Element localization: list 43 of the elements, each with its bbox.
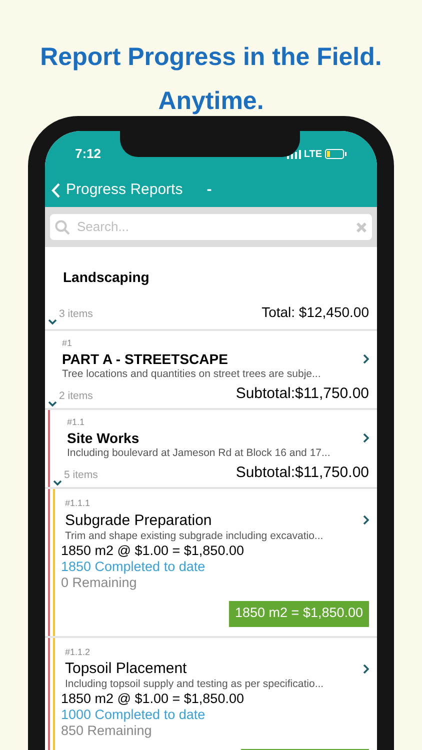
item-number: #1	[61, 337, 74, 350]
chevron-down-icon[interactable]	[48, 319, 57, 325]
status-time: 7:12	[75, 145, 102, 164]
headline: Report Progress in the Field.	[40, 42, 382, 72]
project-total: Total: $12,450.00	[262, 303, 369, 322]
network-label: LTE	[304, 148, 322, 162]
search-icon	[55, 220, 70, 234]
item-count: 5 items	[64, 468, 98, 484]
remaining-quantity: 850 Remaining	[61, 723, 153, 739]
amount-button[interactable]: 1850 m2 = $1,850.00	[229, 600, 369, 626]
item-count: 2 items	[59, 389, 93, 404]
quantity-line: 1850 m2 @ $1.00 = $1,850.00	[61, 691, 245, 707]
subtotal: Subtotal:$11,750.00	[236, 384, 369, 404]
project-title: Landscaping	[62, 268, 150, 287]
item-description: Trim and shape existing subgrade including excavatio...	[64, 530, 324, 542]
chevron-down-icon[interactable]	[48, 401, 57, 407]
remaining-quantity: 0 Remaining	[61, 574, 138, 590]
completed-to-date: 1850 Completed to date	[61, 558, 206, 574]
chevron-right-icon[interactable]	[363, 354, 369, 364]
item-number: #1.1.1	[64, 497, 92, 510]
back-button[interactable]: Progress Reports	[51, 178, 183, 202]
item-number: #1.1.2	[64, 646, 92, 658]
subtotal: Subtotal:$11,750.00	[236, 462, 369, 482]
item-title: Site Works	[67, 430, 140, 446]
quantity-line: 1850 m2 @ $1.00 = $1,850.00	[61, 542, 245, 558]
chevron-right-icon[interactable]	[363, 664, 369, 674]
item-description: Tree locations and quantities on street trees are subje...	[61, 368, 322, 380]
item-title: PART A - STREETSCAPE	[62, 350, 228, 368]
item-title: Subgrade Preparation	[65, 510, 212, 530]
chevron-down-icon[interactable]	[53, 480, 62, 486]
nav-title: -	[206, 180, 212, 200]
item-title: Topsoil Placement	[65, 659, 187, 678]
chevron-right-icon[interactable]	[363, 433, 369, 443]
item-description: Including topsoil supply and testing as per specificatio...	[64, 678, 325, 691]
item-description: Including boulevard at Jameson Rd at Block 16 and 17...	[66, 446, 332, 460]
headline: Anytime.	[158, 86, 264, 116]
completed-to-date: 1000 Completed to date	[61, 707, 206, 723]
signal-icon	[286, 150, 301, 158]
search-field[interactable]: Search...	[50, 214, 372, 240]
back-icon	[51, 182, 60, 198]
item-count: 3 items	[59, 307, 93, 322]
item-number: #1.1	[66, 416, 86, 429]
chevron-right-icon[interactable]	[363, 515, 369, 525]
